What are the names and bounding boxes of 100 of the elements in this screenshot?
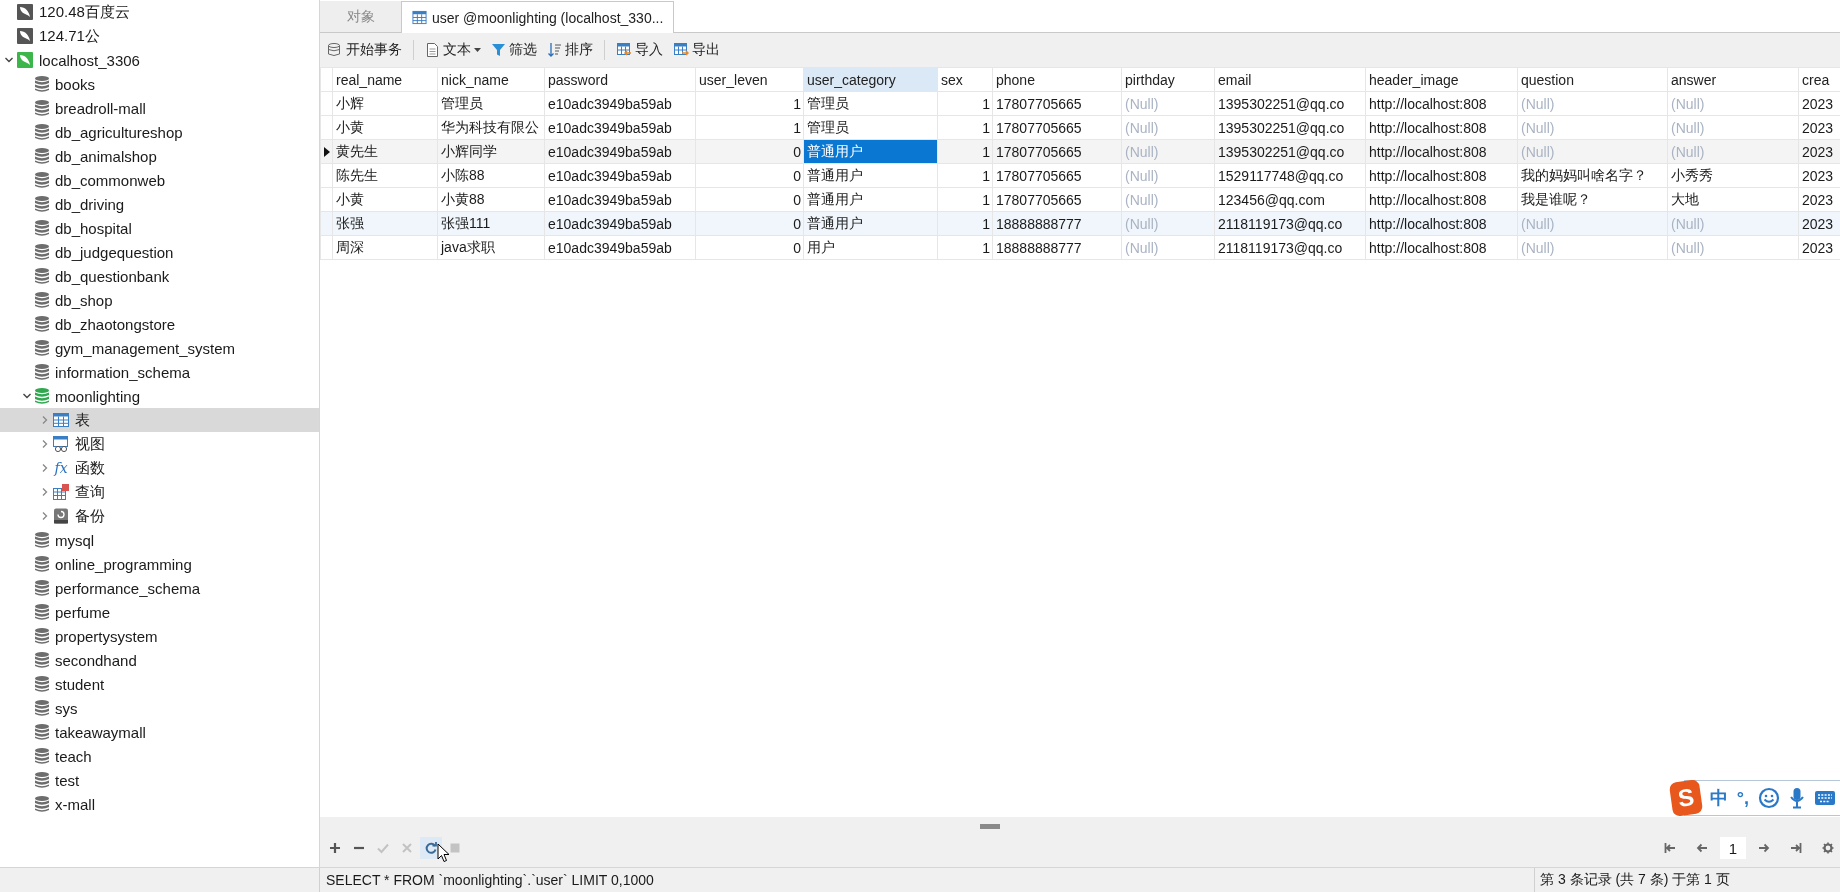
chevron-icon[interactable] — [22, 391, 32, 401]
resize-handle[interactable] — [980, 823, 1000, 829]
table-cell: 黄先生 — [332, 139, 438, 164]
tree-item[interactable]: online_programming — [0, 552, 319, 576]
tree-item-label: 124.71公 — [39, 26, 100, 46]
table-cell: 小辉 — [332, 91, 438, 116]
column-header[interactable]: phone — [992, 67, 1122, 92]
table-cell: (Null) — [1121, 139, 1215, 164]
table-row[interactable]: 小黄 华为科技有限公 e10adc3949ba59ab 1 管理员 1 17807705665 (Null) 1395302251@qq.co http://localhost:808 (Null) (Null) 2023 — [320, 115, 1840, 140]
chevron-icon[interactable] — [4, 55, 14, 65]
toolbar-button[interactable]: 文本 — [422, 39, 484, 61]
tree-item-label: perfume — [55, 603, 111, 621]
column-header[interactable]: user_category — [803, 67, 938, 92]
toolbar-button[interactable]: 导出 — [670, 39, 723, 61]
tree-item[interactable]: secondhand — [0, 648, 319, 672]
tree-item[interactable]: db_judgequestion — [0, 240, 319, 264]
table-cell: 周深 — [332, 235, 438, 260]
page-number-field[interactable]: 1 — [1720, 837, 1746, 859]
tab[interactable]: user @moonlighting (localhost_330... — [401, 1, 675, 33]
tree-item[interactable]: propertysystem — [0, 624, 319, 648]
tree-item[interactable]: db_zhaotongstore — [0, 312, 319, 336]
toolbar-button[interactable]: 排序 — [544, 39, 596, 61]
smiley-icon[interactable] — [1758, 787, 1780, 809]
first-page-icon[interactable] — [1664, 842, 1676, 854]
tree-item[interactable]: takeawaymall — [0, 720, 319, 744]
previous-page-icon[interactable] — [1696, 842, 1708, 854]
table-row[interactable]: 张强 张强111 e10adc3949ba59ab 0 普通用户 1 18888888777 (Null) 2118119173@qq.co http://localhost:808 (Null) (Null) 2023 — [320, 211, 1840, 236]
import-icon — [616, 42, 632, 58]
tree-item[interactable]: student — [0, 672, 319, 696]
table-cell: 1395302251@qq.co — [1214, 91, 1366, 116]
tree-item[interactable]: fx 函数 — [0, 456, 319, 480]
tree-item-label: takeawaymall — [55, 723, 146, 741]
tree-item[interactable]: x-mall — [0, 792, 319, 816]
table-cell: 普通用户 — [803, 187, 938, 212]
table-cell: e10adc3949ba59ab — [544, 163, 696, 188]
toolbar-button[interactable]: 导入 — [613, 39, 666, 61]
tree-item[interactable]: teach — [0, 744, 319, 768]
tree-item[interactable]: sys — [0, 696, 319, 720]
table-row[interactable]: 黄先生 小辉同学 e10adc3949ba59ab 0 普通用户 1 17807705665 (Null) 1395302251@qq.co http://localhost:808 (Null) (Null) 2023 — [320, 139, 1840, 164]
settings-icon[interactable] — [1822, 842, 1834, 854]
table-row[interactable]: 陈先生 小陈88 e10adc3949ba59ab 0 普通用户 1 17807705665 (Null) 1529117748@qq.co http://localhost:808 我的妈妈叫啥名字？ 小秀秀 2023 — [320, 163, 1840, 188]
input-mode-toggle[interactable]: 中 — [1709, 786, 1728, 810]
tree-item[interactable]: books — [0, 72, 319, 96]
column-header[interactable]: user_leven — [695, 67, 804, 92]
tree-item[interactable]: mysql — [0, 528, 319, 552]
tree-item[interactable]: 表 — [0, 408, 319, 432]
tree-item[interactable]: 124.71公 — [0, 24, 319, 48]
tree-item[interactable]: perfume — [0, 600, 319, 624]
column-header[interactable]: nick_name — [437, 67, 545, 92]
table-cell: 张强111 — [437, 211, 545, 236]
table-cell: (Null) — [1667, 235, 1799, 260]
tree-item[interactable]: information_schema — [0, 360, 319, 384]
table-row[interactable]: 小辉 管理员 e10adc3949ba59ab 1 管理员 1 17807705665 (Null) 1395302251@qq.co http://localhost:808 (Null) (Null) 2023 — [320, 91, 1840, 116]
column-header[interactable]: crea — [1798, 67, 1840, 92]
column-header[interactable]: answer — [1667, 67, 1799, 92]
tree-item-label: db_zhaotongstore — [55, 315, 176, 333]
table-cell: (Null) — [1121, 115, 1215, 140]
tree-item[interactable]: 备份 — [0, 504, 319, 528]
tree-item-label: student — [55, 675, 105, 693]
tree-item[interactable]: db_commonweb — [0, 168, 319, 192]
tree-item[interactable]: performance_schema — [0, 576, 319, 600]
tree-item[interactable]: 查询 — [0, 480, 319, 504]
tree-item[interactable]: breadroll-mall — [0, 96, 319, 120]
column-header[interactable]: email — [1214, 67, 1366, 92]
table-row[interactable]: 周深 java求职 e10adc3949ba59ab 0 用户 1 18888888777 (Null) 2118119173@qq.co http://localhost:808 (Null) (Null) 2023 — [320, 235, 1840, 260]
tree-item[interactable]: localhost_3306 — [0, 48, 319, 72]
last-page-icon[interactable] — [1790, 842, 1802, 854]
tree-item[interactable]: 视图 — [0, 432, 319, 456]
column-header[interactable]: real_name — [332, 67, 438, 92]
toolbar-button[interactable]: 筛选 — [488, 39, 540, 61]
punctuation-toggle[interactable]: °, — [1736, 787, 1749, 809]
column-header[interactable]: sex — [937, 67, 993, 92]
tree-item[interactable]: db_hospital — [0, 216, 319, 240]
tree-item[interactable]: db_driving — [0, 192, 319, 216]
mouse-cursor-icon — [437, 843, 450, 863]
next-page-icon[interactable] — [1758, 842, 1770, 854]
table-row[interactable]: 小黄 小黄88 e10adc3949ba59ab 0 普通用户 1 17807705665 (Null) 123456@qq.com http://localhost:808 我是谁呢？ 大地 2023 — [320, 187, 1840, 212]
tree-item[interactable]: db_shop — [0, 288, 319, 312]
tree-item[interactable]: 120.48百度云 — [0, 0, 319, 24]
table-cell: 张强 — [332, 211, 438, 236]
tree-item-label: localhost_3306 — [39, 51, 140, 69]
tree-item-label: db_shop — [55, 291, 113, 309]
table-cell: 小黄 — [332, 187, 438, 212]
table-cell: 2118119173@qq.co — [1214, 235, 1366, 260]
tree-item[interactable]: test — [0, 768, 319, 792]
column-header[interactable]: pirthday — [1121, 67, 1215, 92]
tree-item-label: 120.48百度云 — [39, 2, 130, 22]
column-header[interactable]: header_image — [1365, 67, 1518, 92]
tree-item[interactable]: db_agricultureshop — [0, 120, 319, 144]
tree-item[interactable]: db_questionbank — [0, 264, 319, 288]
tree-item[interactable]: moonlighting — [0, 384, 319, 408]
toolbar-button[interactable]: 开始事务 — [324, 39, 405, 61]
table-cell: http://localhost:808 — [1365, 91, 1518, 116]
tree-item[interactable]: gym_management_system — [0, 336, 319, 360]
column-header[interactable]: password — [544, 67, 696, 92]
tree-item[interactable]: db_animalshop — [0, 144, 319, 168]
table-cell: 华为科技有限公 — [437, 115, 545, 140]
column-header[interactable]: question — [1517, 67, 1668, 92]
microphone-icon[interactable] — [1789, 787, 1805, 809]
keyboard-icon[interactable] — [1814, 789, 1836, 807]
